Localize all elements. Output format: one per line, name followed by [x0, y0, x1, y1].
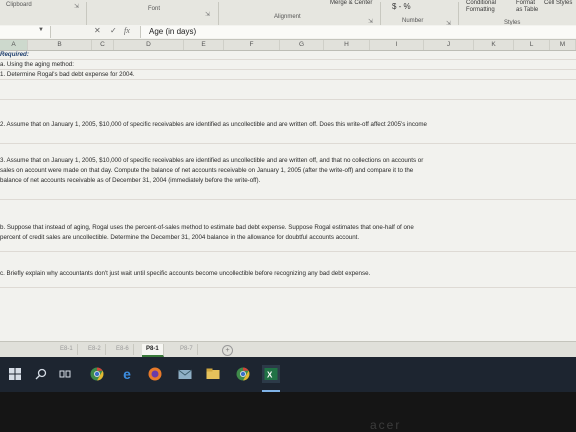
- column-header-d[interactable]: D: [114, 40, 184, 50]
- alignment-group-label: Alignment: [274, 14, 301, 20]
- screen: Clipboard ⇲ Font ⇲ Alignment Merge & Cen…: [0, 0, 576, 392]
- active-app-indicator: [262, 390, 280, 392]
- cancel-icon[interactable]: ✕: [94, 26, 101, 35]
- sheet-tab[interactable]: E8-6: [112, 344, 134, 355]
- row-line: [0, 99, 576, 100]
- column-header-b[interactable]: B: [28, 40, 92, 50]
- row-line: [0, 79, 576, 80]
- cell-text: percent of credit sales are uncollectibl…: [0, 234, 360, 241]
- enter-icon[interactable]: ✓: [110, 26, 117, 35]
- row-line: [0, 143, 576, 144]
- cell-text: a. Using the aging method:: [0, 61, 74, 68]
- cell-text: 1. Determine Rogal's bad debt expense fo…: [0, 71, 135, 78]
- cell-text: c. Briefly explain why accountants don't…: [0, 270, 371, 277]
- row-line: [0, 69, 576, 70]
- formula-bar: ▼ ✕ ✓ fx Age (in days): [0, 25, 576, 40]
- column-header-e[interactable]: E: [184, 40, 224, 50]
- formula-input[interactable]: Age (in days): [140, 26, 576, 38]
- cell-styles-button[interactable]: Cell Styles: [544, 0, 574, 7]
- font-launcher-icon[interactable]: ⇲: [205, 11, 210, 18]
- cell-text: 2. Assume that on January 1, 2005, $10,0…: [0, 121, 427, 128]
- column-header-f[interactable]: F: [224, 40, 280, 50]
- cell-text: Required:: [0, 51, 29, 58]
- row-line: [0, 287, 576, 288]
- chevron-down-icon[interactable]: ▼: [38, 27, 44, 33]
- sheet-tab-bar: E8-1 E8-2 E8-6 P8-1 P8-7 +: [0, 341, 576, 357]
- number-group-label: Number: [402, 18, 424, 24]
- column-header-j[interactable]: J: [424, 40, 474, 50]
- taskbar: e X: [0, 357, 576, 392]
- task-view-icon[interactable]: [56, 365, 74, 383]
- cell-text: sales on account were made on that day. …: [0, 167, 414, 174]
- column-header-l[interactable]: L: [514, 40, 550, 50]
- insert-function-icon[interactable]: fx: [124, 26, 130, 35]
- font-group-label: Font: [148, 6, 161, 12]
- file-explorer-icon[interactable]: [204, 365, 222, 383]
- bezel-logo: acer: [370, 418, 402, 432]
- row-line: [0, 199, 576, 200]
- column-header-m[interactable]: M: [550, 40, 576, 50]
- edge-icon[interactable]: e: [118, 365, 136, 383]
- sheet-tab[interactable]: P8-7: [176, 344, 198, 355]
- row-line: [0, 59, 576, 60]
- column-header-i[interactable]: I: [370, 40, 424, 50]
- sheet-tab-active[interactable]: P8-1: [142, 344, 164, 357]
- column-header-a[interactable]: A: [0, 40, 28, 50]
- firefox-icon[interactable]: [146, 365, 164, 383]
- column-header-h[interactable]: H: [324, 40, 370, 50]
- chrome-icon[interactable]: [88, 365, 106, 383]
- column-header-c[interactable]: C: [92, 40, 114, 50]
- sheet-tab[interactable]: E8-1: [56, 344, 78, 355]
- conditional-formatting-button[interactable]: Conditional Formatting: [466, 0, 514, 14]
- search-icon[interactable]: [32, 365, 50, 383]
- mail-icon[interactable]: [176, 365, 194, 383]
- cell-text: 3. Assume that on January 1, 2005, $10,0…: [0, 157, 424, 164]
- add-sheet-icon[interactable]: +: [222, 345, 233, 356]
- sheet-grid[interactable]: Required: a. Using the aging method: 1. …: [0, 51, 576, 341]
- cell-text: balance of net accounts receivable as of…: [0, 177, 261, 184]
- merge-center-button[interactable]: Merge & Center: [330, 0, 372, 6]
- svg-text:X: X: [267, 371, 273, 380]
- sheet-tab[interactable]: E8-2: [84, 344, 106, 355]
- number-format-button[interactable]: $ - %: [392, 2, 411, 11]
- clipboard-launcher-icon[interactable]: ⇲: [74, 3, 79, 10]
- cell-text: b. Suppose that instead of aging, Rogal …: [0, 224, 414, 231]
- excel-icon[interactable]: X: [262, 365, 280, 383]
- name-box[interactable]: ▼: [0, 26, 51, 38]
- column-header-row: A B C D E F G H I J K L M: [0, 40, 576, 51]
- column-header-g[interactable]: G: [280, 40, 324, 50]
- alignment-launcher-icon[interactable]: ⇲: [368, 18, 373, 25]
- chrome-icon[interactable]: [234, 365, 252, 383]
- format-as-table-button[interactable]: Format as Table: [516, 0, 542, 14]
- row-line: [0, 251, 576, 252]
- windows-start-icon[interactable]: [6, 365, 24, 383]
- column-header-k[interactable]: K: [474, 40, 514, 50]
- clipboard-group-label: Clipboard: [6, 2, 32, 8]
